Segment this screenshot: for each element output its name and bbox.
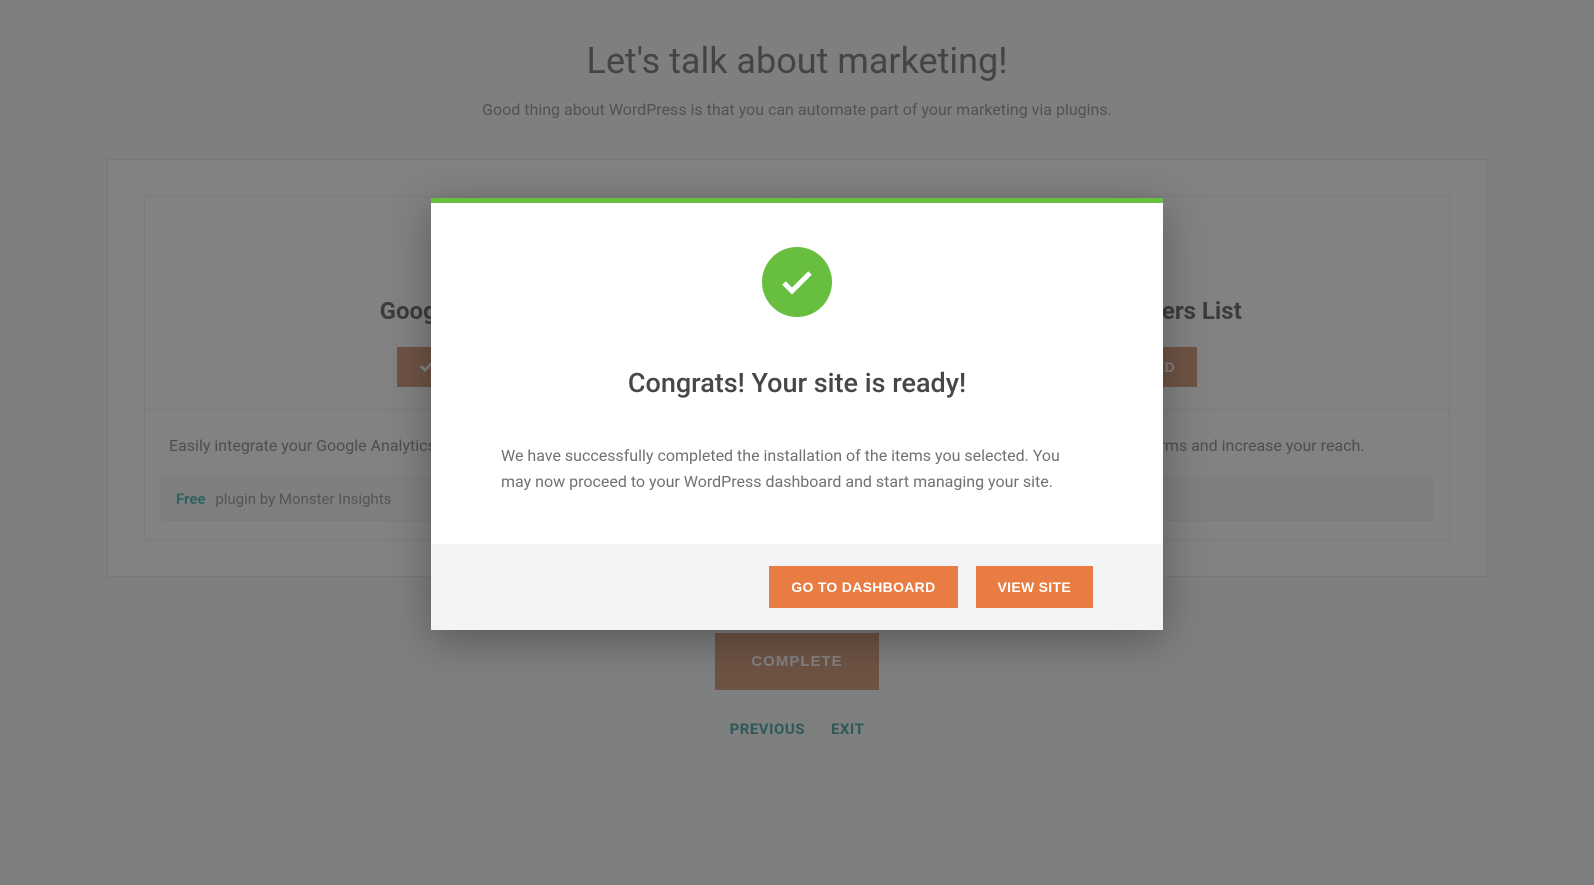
modal-body: Congrats! Your site is ready! We have su…	[431, 203, 1163, 544]
modal-title: Congrats! Your site is ready!	[501, 367, 1093, 399]
go-to-dashboard-button[interactable]: GO TO DASHBOARD	[769, 566, 957, 608]
success-check-icon	[762, 247, 832, 317]
view-site-button[interactable]: VIEW SITE	[976, 566, 1094, 608]
modal-body-text: We have successfully completed the insta…	[501, 443, 1093, 494]
success-modal: Congrats! Your site is ready! We have su…	[431, 198, 1163, 630]
modal-footer: GO TO DASHBOARD VIEW SITE	[431, 544, 1163, 630]
